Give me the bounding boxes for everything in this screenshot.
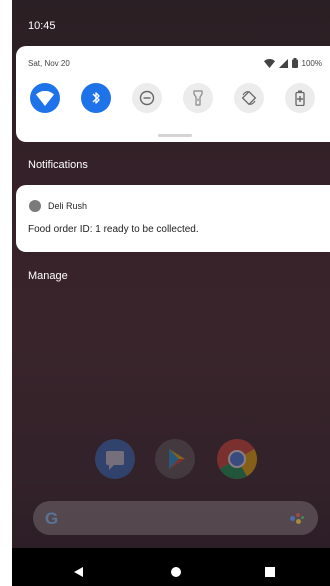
google-logo: G (45, 509, 59, 528)
back-button[interactable] (74, 564, 84, 582)
qs-status-icons: 100% (263, 58, 322, 68)
flashlight-icon (192, 90, 204, 106)
manage-notifications-button[interactable]: Manage (28, 270, 68, 282)
assistant-icon (290, 513, 304, 525)
auto-rotate-tile[interactable] (234, 83, 264, 113)
notification-text: Food order ID: 1 ready to be collected. (28, 224, 199, 235)
wifi-signal-icon (263, 58, 275, 68)
qs-drag-handle[interactable] (158, 134, 192, 137)
messages-icon (95, 439, 135, 479)
bluetooth-tile[interactable] (81, 83, 111, 113)
google-search-bar: G (33, 501, 318, 535)
status-bar: 10:45 (12, 0, 330, 46)
notifications-header: Notifications (28, 159, 88, 171)
auto-rotate-icon (241, 90, 257, 106)
do-not-disturb-tile[interactable] (132, 83, 162, 113)
flashlight-tile[interactable] (183, 83, 213, 113)
navigation-bar (12, 548, 330, 586)
do-not-disturb-icon (139, 90, 155, 106)
home-button[interactable] (171, 564, 181, 582)
cell-signal-icon (278, 58, 288, 68)
chrome-icon (217, 439, 257, 479)
wifi-tile[interactable] (30, 83, 60, 113)
notification-card[interactable]: Deli Rush Food order ID: 1 ready to be c… (16, 185, 330, 252)
wifi-icon (36, 90, 54, 106)
quick-settings-panel[interactable]: Sat, Nov 20 100% (16, 46, 330, 142)
app-icon (29, 200, 41, 212)
battery-icon (291, 58, 298, 68)
recents-button[interactable] (265, 564, 275, 582)
battery-percent: 100% (301, 58, 322, 68)
bluetooth-icon (90, 90, 102, 106)
qs-date[interactable]: Sat, Nov 20 (28, 59, 70, 68)
battery-saver-tile[interactable] (285, 83, 315, 113)
play-store-icon (155, 439, 195, 479)
clock: 10:45 (28, 20, 56, 32)
battery-saver-icon (295, 90, 305, 106)
qs-tiles (30, 83, 330, 113)
notification-app-name: Deli Rush (48, 201, 88, 211)
phone-screen: 10:45 Sat, Nov 20 100% Notifications Del… (12, 0, 330, 586)
